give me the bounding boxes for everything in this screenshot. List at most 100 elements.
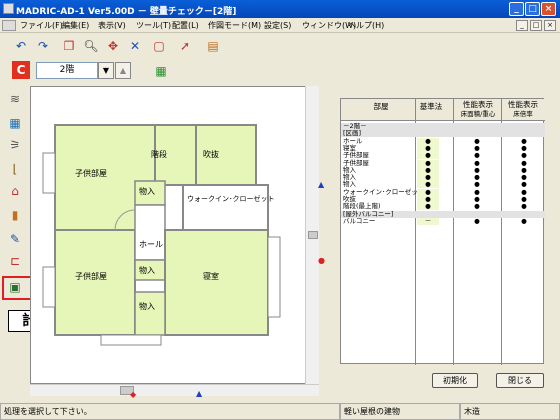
plan-canvas[interactable]: 子供部屋 階段 吹抜 物入 ウォークイン･クローゼット ホール 子供部屋 物入 … — [30, 86, 319, 384]
room-label-storage3: 物入 — [139, 302, 155, 311]
floor-select[interactable]: 2階 — [36, 62, 98, 79]
column-icon[interactable]: ▮ — [6, 206, 24, 224]
vscroll-thumb[interactable] — [308, 231, 318, 239]
house-icon[interactable]: ⌂ — [6, 182, 24, 200]
window-bottom — [100, 334, 162, 346]
header-perf1: 性能表示 — [463, 100, 493, 109]
mdi-minimize-button[interactable]: _ — [516, 20, 528, 31]
group-row[interactable]: [区画] — [341, 130, 545, 138]
zoom-icon[interactable]: 🔍︎ — [82, 37, 100, 55]
edit-wall-icon[interactable]: ✎ — [6, 230, 24, 248]
vertical-marker-blue: ▲ — [318, 180, 325, 189]
redo-icon[interactable]: ↷ — [34, 37, 52, 55]
maximize-button[interactable]: □ — [525, 2, 540, 16]
header-perf2: 性能表示 — [508, 100, 538, 109]
close-panel-button[interactable]: 閉じる — [496, 373, 544, 388]
mdi-close-button[interactable]: × — [544, 20, 556, 31]
row-cell-c1[interactable]: ● — [417, 203, 439, 211]
copy-icon[interactable]: ❐ — [60, 37, 78, 55]
corner-icon[interactable]: ⌊ — [6, 160, 24, 178]
mdi-restore-button[interactable]: □ — [530, 20, 542, 31]
table-row[interactable]: 寝室 ● ● ● — [341, 144, 545, 152]
group-row[interactable]: －2階－ — [341, 123, 545, 130]
menu-settings[interactable]: 設定(S) — [264, 20, 291, 31]
canvas-hscroll[interactable] — [30, 384, 319, 396]
vertical-marker-red: ● — [318, 256, 325, 265]
room-label-stairs: 階段 — [151, 150, 167, 159]
row-cell-c1[interactable] — [417, 123, 439, 130]
attribute-panel: 部屋 基準法 性能表示 床面積/重心 性能表示 床倍率 －2階－ [区画] ホール ●… — [340, 98, 545, 365]
table-row[interactable]: 子供部屋 ● ● ● — [341, 159, 545, 167]
frame-icon[interactable]: ▢ — [150, 37, 168, 55]
room-label-void: 吹抜 — [203, 150, 219, 159]
table-row[interactable]: ホール ● ● ● — [341, 137, 545, 145]
room-bedroom — [164, 229, 269, 336]
window-left1 — [42, 152, 56, 194]
menu-view[interactable]: 表示(V) — [98, 20, 126, 31]
status-structure: 木造 — [460, 403, 560, 420]
zoom-in-icon[interactable]: ✕ — [126, 37, 144, 55]
menu-edit[interactable]: 編集(E) — [62, 20, 89, 31]
main-toolbar: ↶ ↷ ❐ 🔍︎ ✥ ✕ ▢ ➚ ▤ — [0, 35, 560, 57]
table-row[interactable]: 物入 ● ● ● — [341, 166, 545, 174]
menu-file[interactable]: ファイル(F) — [20, 20, 63, 31]
window-right — [267, 236, 281, 318]
room-child2 — [54, 229, 136, 336]
table-header: 部屋 基準法 性能表示 床面積/重心 性能表示 床倍率 — [341, 99, 545, 121]
table-row[interactable]: 子供部屋 ● ● ● — [341, 152, 545, 160]
header-room: 部屋 — [373, 102, 389, 111]
floor-dropdown-button[interactable]: ▼ — [98, 62, 114, 79]
room-label-bedroom: 寝室 — [203, 272, 219, 281]
status-message: 処理を選択して下さい。 — [0, 403, 340, 420]
undo-icon[interactable]: ↶ — [12, 37, 30, 55]
calc-c-icon[interactable]: C — [12, 61, 30, 79]
row-cell-c2[interactable]: ● — [467, 203, 487, 210]
window-title: MADRIC-AD-1 Ver5.00D － 壁量チェック－[2階] — [16, 7, 237, 17]
room-label-storage1: 物入 — [139, 187, 155, 196]
room-hall — [134, 204, 166, 261]
app-icon[interactable] — [3, 3, 14, 14]
menu-tools[interactable]: ツール(T) — [136, 20, 171, 31]
room-label-child1: 子供部屋 — [75, 169, 107, 178]
layers-icon[interactable]: ≋ — [6, 90, 24, 108]
init-button[interactable]: 初期化 — [432, 373, 478, 388]
highlight-box — [2, 276, 32, 300]
bookmark-icon[interactable]: ▤ — [204, 37, 222, 55]
room-label-walkin: ウォークイン･クローゼット — [187, 195, 275, 203]
room-label-child2: 子供部屋 — [75, 272, 107, 281]
window-left2 — [42, 266, 56, 308]
structure-icon[interactable]: ⊏ — [6, 252, 24, 270]
floor-plan — [42, 124, 281, 346]
menu-drawmode[interactable]: 作図モード(M) — [208, 20, 261, 31]
row-cell-c2[interactable]: ● — [467, 217, 487, 225]
room-storage3 — [134, 291, 166, 336]
title-bar: MADRIC-AD-1 Ver5.00D － 壁量チェック－[2階] _ □ × — [0, 0, 560, 18]
row-label: バルコニー — [343, 216, 376, 225]
row-cell-c3[interactable]: ● — [514, 217, 534, 225]
menu-help[interactable]: ヘルプ(H) — [348, 20, 384, 31]
table-row[interactable]: ウォークイン･クローゼット ● ● ● — [341, 188, 545, 196]
status-roof: 軽い屋根の建物 — [340, 403, 460, 420]
menu-layout[interactable]: 配置(L) — [172, 20, 199, 31]
header-perf1-sub: 床面積/重心 — [460, 110, 496, 118]
floor-up-button[interactable]: ▲ — [115, 62, 131, 79]
horizontal-marker-red: ◆ — [130, 390, 137, 399]
minimize-button[interactable]: _ — [509, 2, 524, 16]
select-arrow-icon[interactable]: ➚ — [176, 37, 194, 55]
menu-bar: ファイル(F) 編集(E) 表示(V) ツール(T) 配置(L) 作図モード(M… — [0, 18, 560, 33]
close-window-button[interactable]: × — [541, 2, 556, 16]
wall-icon[interactable]: ⚞ — [6, 136, 24, 154]
room-label-hall: ホール — [139, 240, 163, 249]
room-label-storage2: 物入 — [139, 266, 155, 275]
table-row[interactable]: バルコニー － ● ● — [341, 216, 545, 225]
row-cell-c1[interactable]: － — [417, 217, 439, 225]
grid-icon[interactable]: ▦ — [152, 62, 170, 80]
doc-icon[interactable] — [2, 20, 16, 31]
row-cell-c3[interactable]: ● — [514, 203, 534, 210]
table-row[interactable]: 物入 ● ● ● — [341, 174, 545, 182]
header-law: 基準法 — [419, 102, 443, 111]
canvas-vscroll[interactable] — [305, 86, 319, 384]
room-walkin — [182, 184, 269, 231]
zoom-fit-icon[interactable]: ✥ — [104, 37, 122, 55]
table-icon[interactable]: ▦ — [6, 114, 24, 132]
